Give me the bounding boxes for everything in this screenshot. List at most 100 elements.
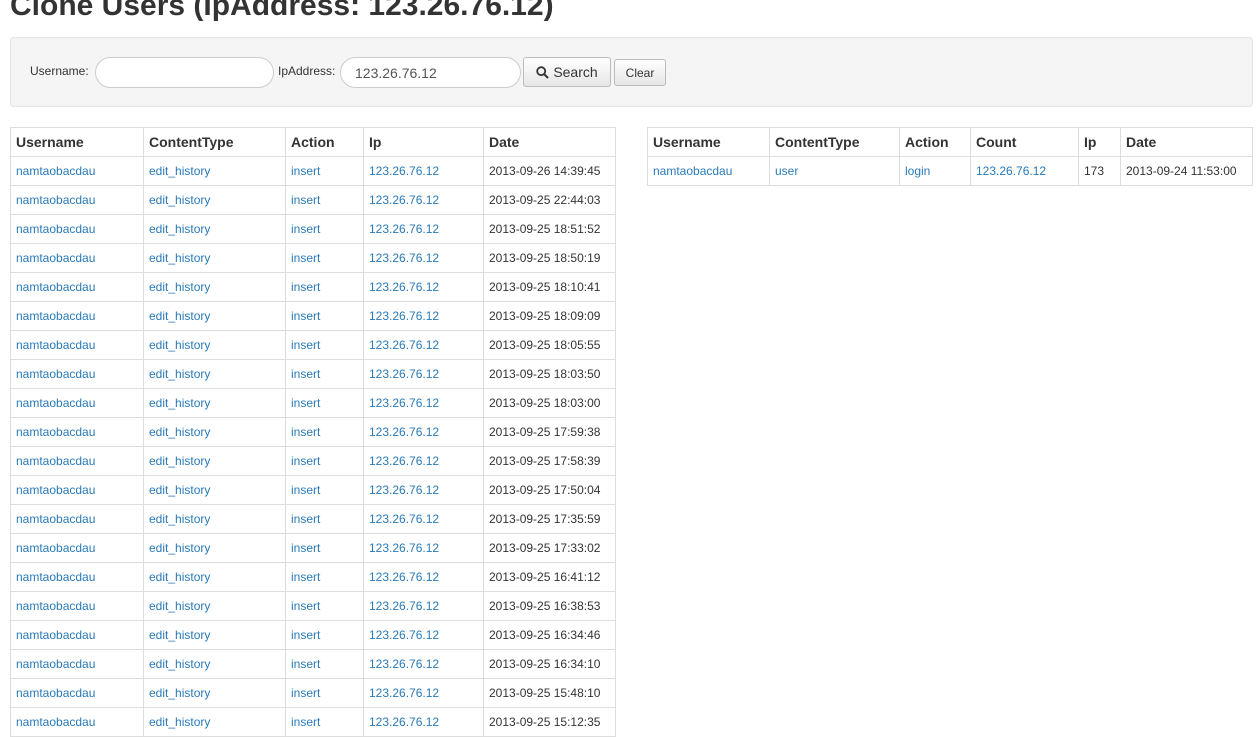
ip-link[interactable]: 123.26.76.12 bbox=[369, 657, 439, 671]
ip-link[interactable]: 123.26.76.12 bbox=[369, 715, 439, 729]
username-link[interactable]: namtaobacdau bbox=[16, 686, 95, 700]
action-link[interactable]: insert bbox=[291, 222, 320, 236]
action-link[interactable]: insert bbox=[291, 570, 320, 584]
content-type-link[interactable]: edit_history bbox=[149, 367, 210, 381]
action-link[interactable]: insert bbox=[291, 628, 320, 642]
ip-link[interactable]: 123.26.76.12 bbox=[369, 628, 439, 642]
action-link[interactable]: insert bbox=[291, 686, 320, 700]
username-link[interactable]: namtaobacdau bbox=[16, 164, 95, 178]
ip-cell: 123.26.76.12 bbox=[363, 156, 484, 186]
action-link[interactable]: insert bbox=[291, 599, 320, 613]
date-cell: 2013-09-25 17:50:04 bbox=[483, 475, 616, 505]
content-type-link[interactable]: user bbox=[775, 164, 798, 178]
action-link[interactable]: insert bbox=[291, 309, 320, 323]
action-link[interactable]: insert bbox=[291, 338, 320, 352]
username-link[interactable]: namtaobacdau bbox=[16, 396, 95, 410]
table-row: namtaobacdau edit_history insert 123.26.76.… bbox=[10, 504, 616, 534]
ip-address-input[interactable] bbox=[340, 57, 521, 88]
username-link[interactable]: namtaobacdau bbox=[16, 541, 95, 555]
ip-link[interactable]: 123.26.76.12 bbox=[369, 164, 439, 178]
action-link[interactable]: login bbox=[905, 164, 930, 178]
content-type-link[interactable]: edit_history bbox=[149, 193, 210, 207]
username-input[interactable] bbox=[95, 57, 274, 88]
column-header-username: Username bbox=[647, 127, 770, 157]
content-type-link[interactable]: edit_history bbox=[149, 599, 210, 613]
username-link[interactable]: namtaobacdau bbox=[16, 425, 95, 439]
ip-link[interactable]: 123.26.76.12 bbox=[369, 367, 439, 381]
content-type-link[interactable]: edit_history bbox=[149, 338, 210, 352]
ip-link[interactable]: 123.26.76.12 bbox=[369, 222, 439, 236]
content-type-link[interactable]: edit_history bbox=[149, 309, 210, 323]
ip-address-label: IpAddress: bbox=[278, 64, 336, 78]
content-type-link[interactable]: edit_history bbox=[149, 657, 210, 671]
action-link[interactable]: insert bbox=[291, 657, 320, 671]
action-link[interactable]: insert bbox=[291, 483, 320, 497]
action-link[interactable]: insert bbox=[291, 280, 320, 294]
ip-link[interactable]: 123.26.76.12 bbox=[369, 396, 439, 410]
content-type-link[interactable]: edit_history bbox=[149, 628, 210, 642]
action-link[interactable]: insert bbox=[291, 715, 320, 729]
username-link[interactable]: namtaobacdau bbox=[16, 599, 95, 613]
action-link[interactable]: insert bbox=[291, 367, 320, 381]
ip-link[interactable]: 123.26.76.12 bbox=[369, 541, 439, 555]
ip-link[interactable]: 123.26.76.12 bbox=[369, 599, 439, 613]
content-type-link[interactable]: edit_history bbox=[149, 512, 210, 526]
content-type-link[interactable]: edit_history bbox=[149, 164, 210, 178]
ip-link[interactable]: 123.26.76.12 bbox=[369, 193, 439, 207]
username-cell: namtaobacdau bbox=[10, 417, 144, 447]
column-header-content-type: ContentType bbox=[143, 127, 286, 157]
username-link[interactable]: namtaobacdau bbox=[16, 454, 95, 468]
content-type-link[interactable]: edit_history bbox=[149, 686, 210, 700]
username-link[interactable]: namtaobacdau bbox=[16, 251, 95, 265]
action-link[interactable]: insert bbox=[291, 251, 320, 265]
content-type-link[interactable]: edit_history bbox=[149, 280, 210, 294]
content-type-link[interactable]: edit_history bbox=[149, 715, 210, 729]
content-type-link[interactable]: edit_history bbox=[149, 251, 210, 265]
username-link[interactable]: namtaobacdau bbox=[16, 338, 95, 352]
action-link[interactable]: insert bbox=[291, 541, 320, 555]
action-cell: insert bbox=[285, 156, 364, 186]
ip-link[interactable]: 123.26.76.12 bbox=[369, 338, 439, 352]
action-link[interactable]: insert bbox=[291, 425, 320, 439]
content-type-link[interactable]: edit_history bbox=[149, 222, 210, 236]
count-link[interactable]: 123.26.76.12 bbox=[976, 164, 1046, 178]
action-link[interactable]: insert bbox=[291, 396, 320, 410]
ip-link[interactable]: 123.26.76.12 bbox=[369, 309, 439, 323]
ip-link[interactable]: 123.26.76.12 bbox=[369, 251, 439, 265]
clear-button[interactable]: Clear bbox=[614, 59, 666, 86]
username-link[interactable]: namtaobacdau bbox=[16, 657, 95, 671]
ip-link[interactable]: 123.26.76.12 bbox=[369, 454, 439, 468]
table-row: namtaobacdau edit_history insert 123.26.76.… bbox=[10, 359, 616, 389]
action-link[interactable]: insert bbox=[291, 164, 320, 178]
table-row: namtaobacdau edit_history insert 123.26.76.… bbox=[10, 649, 616, 679]
action-cell: insert bbox=[285, 185, 364, 215]
username-link[interactable]: namtaobacdau bbox=[16, 193, 95, 207]
ip-link[interactable]: 123.26.76.12 bbox=[369, 570, 439, 584]
username-link[interactable]: namtaobacdau bbox=[16, 367, 95, 381]
ip-link[interactable]: 123.26.76.12 bbox=[369, 483, 439, 497]
ip-link[interactable]: 123.26.76.12 bbox=[369, 425, 439, 439]
table-row: namtaobacdau edit_history insert 123.26.76.… bbox=[10, 446, 616, 476]
content-type-link[interactable]: edit_history bbox=[149, 396, 210, 410]
username-link[interactable]: namtaobacdau bbox=[16, 483, 95, 497]
ip-link[interactable]: 123.26.76.12 bbox=[369, 512, 439, 526]
username-link[interactable]: namtaobacdau bbox=[16, 512, 95, 526]
content-type-link[interactable]: edit_history bbox=[149, 483, 210, 497]
action-link[interactable]: insert bbox=[291, 454, 320, 468]
action-link[interactable]: insert bbox=[291, 193, 320, 207]
content-type-link[interactable]: edit_history bbox=[149, 425, 210, 439]
action-link[interactable]: insert bbox=[291, 512, 320, 526]
content-type-link[interactable]: edit_history bbox=[149, 570, 210, 584]
content-type-link[interactable]: edit_history bbox=[149, 541, 210, 555]
username-link[interactable]: namtaobacdau bbox=[16, 628, 95, 642]
username-link[interactable]: namtaobacdau bbox=[16, 280, 95, 294]
ip-link[interactable]: 123.26.76.12 bbox=[369, 686, 439, 700]
username-link[interactable]: namtaobacdau bbox=[16, 570, 95, 584]
username-link[interactable]: namtaobacdau bbox=[16, 309, 95, 323]
content-type-link[interactable]: edit_history bbox=[149, 454, 210, 468]
username-link[interactable]: namtaobacdau bbox=[16, 222, 95, 236]
username-link[interactable]: namtaobacdau bbox=[16, 715, 95, 729]
username-link[interactable]: namtaobacdau bbox=[653, 164, 732, 178]
ip-link[interactable]: 123.26.76.12 bbox=[369, 280, 439, 294]
search-button[interactable]: Search bbox=[523, 57, 611, 87]
